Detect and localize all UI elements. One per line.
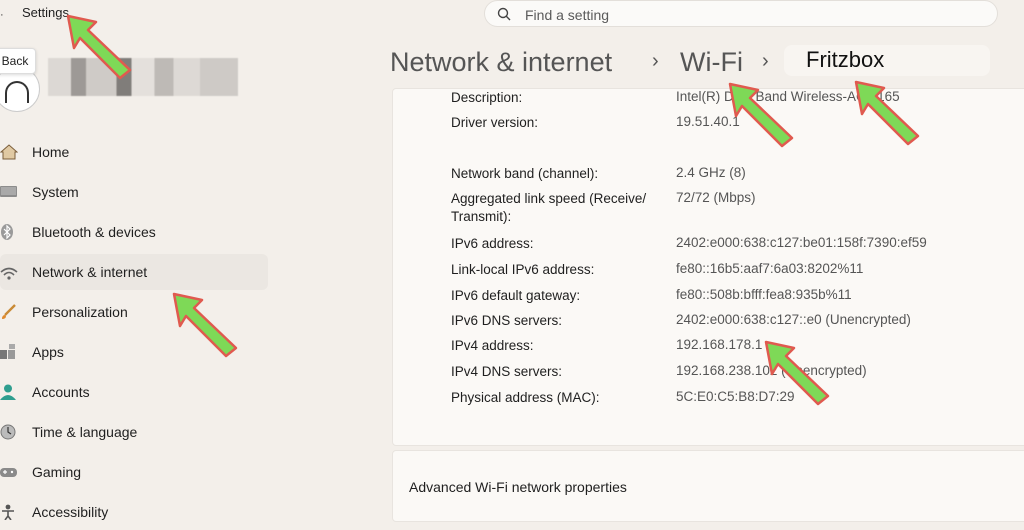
sidebar-item-label: Accessibility — [32, 504, 109, 520]
search-input[interactable] — [523, 4, 967, 26]
properties-card: Description: Intel(R) Dual Band Wireless… — [392, 88, 1024, 446]
brush-icon — [2, 304, 16, 319]
bluetooth-icon — [1, 224, 13, 240]
wifi-icon — [0, 267, 18, 280]
sidebar-item-label: Time & language — [32, 424, 138, 440]
apps-icon — [0, 344, 15, 359]
sidebar-item-label: Network & internet — [32, 264, 148, 280]
chevron-right-icon: › — [652, 50, 659, 72]
advanced-properties-label: Advanced Wi-Fi network properties — [409, 479, 627, 495]
gamepad-icon — [0, 468, 17, 477]
property-key: IPv4 DNS servers: — [451, 364, 563, 379]
back-tooltip: Back — [0, 48, 36, 74]
property-key: Link-local IPv6 address: — [451, 262, 595, 277]
sidebar-item-gaming[interactable]: Gaming — [0, 454, 268, 490]
breadcrumb-wifi[interactable]: Wi-Fi — [680, 47, 743, 78]
breadcrumb-network-name: Fritzbox — [806, 47, 885, 72]
sidebar-item-label: Gaming — [32, 464, 82, 480]
sidebar-item-bluetooth[interactable]: Bluetooth & devices — [0, 214, 268, 250]
window-icon: · — [0, 9, 4, 21]
property-value: 2402:e000:638:c127:be01:158f:7390:ef59 — [676, 235, 927, 250]
sidebar-item-label: Accounts — [32, 384, 90, 400]
annotation-arrow-icon — [728, 82, 794, 148]
accessibility-icon — [2, 504, 14, 520]
property-value: 192.168.178.1 — [676, 337, 763, 352]
property-key: Description: — [451, 90, 523, 105]
home-icon — [0, 144, 18, 160]
property-value: 2.4 GHz (8) — [676, 165, 746, 180]
sidebar-item-home[interactable]: Home — [0, 134, 268, 170]
system-icon — [0, 186, 17, 197]
property-value: fe80::508b:bfff:fea8:935b%11 — [676, 287, 852, 302]
property-key: IPv6 default gateway: — [451, 288, 581, 303]
annotation-arrow-icon — [172, 292, 238, 358]
property-value: 2402:e000:638:c127::e0 (Unencrypted) — [676, 312, 911, 327]
sidebar-item-label: Personalization — [32, 304, 128, 320]
property-key: Driver version: — [451, 115, 539, 130]
sidebar-item-label: Bluetooth & devices — [32, 224, 156, 240]
person-icon — [0, 384, 16, 400]
property-value: 72/72 (Mbps) — [676, 190, 756, 205]
sidebar-item-label: System — [32, 184, 79, 200]
sidebar-item-accounts[interactable]: Accounts — [0, 374, 268, 410]
annotation-arrow-icon — [854, 80, 920, 146]
chevron-right-icon: › — [762, 50, 769, 72]
page-title: Fritzbox — [784, 45, 990, 76]
property-key: Network band (channel): — [451, 166, 599, 181]
breadcrumb-network-internet[interactable]: Network & internet — [390, 47, 612, 78]
annotation-arrow-icon — [66, 14, 132, 80]
property-key: IPv6 DNS servers: — [451, 313, 563, 328]
sidebar-item-network[interactable]: Network & internet — [0, 254, 268, 290]
property-key: IPv4 address: — [451, 338, 534, 353]
sidebar-item-label: Home — [32, 144, 70, 160]
property-key: Physical address (MAC): — [451, 390, 600, 405]
property-value: fe80::16b5:aaf7:6a03:8202%11 — [676, 261, 864, 276]
clock-icon — [0, 424, 16, 440]
annotation-arrow-icon — [764, 340, 830, 406]
property-key: Aggregated link speed (Receive/ Transmit… — [451, 191, 647, 224]
advanced-properties-card[interactable]: Advanced Wi-Fi network properties — [392, 450, 1024, 522]
sidebar-item-system[interactable]: System — [0, 174, 268, 210]
property-key: IPv6 address: — [451, 236, 534, 251]
sidebar-item-accessibility[interactable]: Accessibility — [0, 494, 268, 530]
search-icon — [497, 7, 511, 21]
sidebar-item-time-language[interactable]: Time & language — [0, 414, 268, 450]
sidebar-item-label: Apps — [32, 344, 64, 360]
search-box[interactable] — [484, 0, 998, 27]
